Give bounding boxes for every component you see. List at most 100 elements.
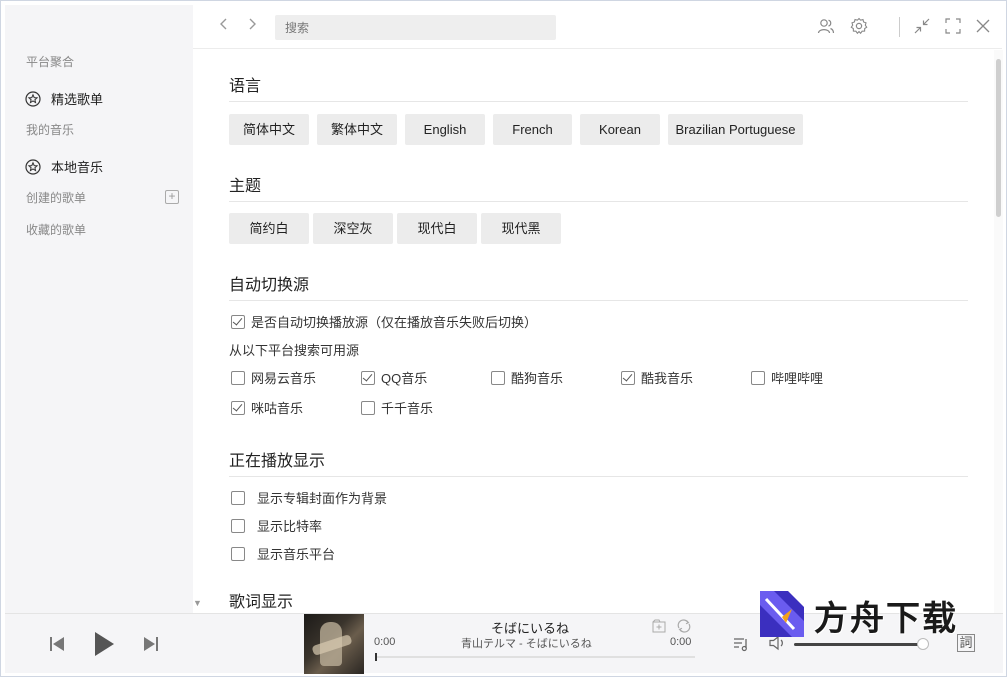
language-option-zh-hant[interactable]: 繁体中文 [317,114,397,145]
source-label: QQ音乐 [381,371,428,386]
language-option-brazilian-portuguese[interactable]: Brazilian Portuguese [668,114,803,145]
language-option-french[interactable]: French [493,114,572,145]
show-music-platform-checkbox[interactable]: 显示音乐平台 [231,544,335,563]
checkbox-checked[interactable] [231,400,245,415]
skip-next-icon [144,637,158,651]
source-checkbox-bilibili[interactable]: 哔哩哔哩 [751,368,823,387]
section-title-auto-source: 自动切换源 [229,277,310,294]
sidebar-item-label: 本地音乐 [51,160,104,175]
player-bar: そばにいるね 青山テルマ - そばにいるね 0:00 0:00 詞 [5,613,1003,674]
close-icon[interactable] [974,17,992,35]
theme-option-modern-black[interactable]: 现代黑 [481,213,561,244]
source-label: 千千音乐 [381,401,434,416]
source-label: 酷狗音乐 [511,371,564,386]
sidebar-item-label: 精选歌单 [51,92,104,107]
play-button[interactable] [93,631,115,662]
star-icon [25,158,41,175]
song-artist: 青山テルマ - そばにいるね [461,638,592,650]
section-divider [229,476,968,477]
sidebar-item-collected-playlists[interactable]: 收藏的歌单 [26,221,86,238]
volume-icon[interactable] [769,635,787,656]
sidebar-item-created-playlists[interactable]: 创建的歌单 [26,189,86,206]
lyrics-button[interactable]: 詞 [957,634,975,652]
settings-panel: 语言 简体中文 繁体中文 English French Korean Brazi… [193,50,993,613]
search-input[interactable] [275,15,556,40]
back-button[interactable] [219,17,229,36]
option-label: 显示比特率 [257,519,323,534]
star-icon [25,90,41,107]
repeat-icon[interactable] [676,619,692,638]
checkbox-checked[interactable] [231,314,245,329]
source-checkbox-migu[interactable]: 咪咕音乐 [231,398,303,417]
checkbox[interactable] [231,518,245,533]
theme-option-simple-white[interactable]: 简约白 [229,213,309,244]
checkbox[interactable] [231,546,245,561]
language-option-korean[interactable]: Korean [580,114,660,145]
time-current: 0:00 [374,636,396,648]
add-to-playlist-icon[interactable] [652,619,667,638]
top-bar [193,5,1002,49]
checkbox-checked[interactable] [621,370,635,385]
scroll-down-arrow[interactable]: ▼ [193,598,202,608]
show-album-cover-background-checkbox[interactable]: 显示专辑封面作为背景 [231,488,387,507]
show-bitrate-checkbox[interactable]: 显示比特率 [231,516,322,535]
progress-bar[interactable] [375,656,695,658]
play-icon [95,632,114,656]
checkbox[interactable] [491,370,505,385]
auto-switch-source-checkbox[interactable]: 是否自动切换播放源（仅在播放音乐失败后切换） [231,312,537,331]
checkbox[interactable] [361,400,375,415]
option-label: 显示音乐平台 [257,547,336,562]
album-cover[interactable] [304,614,364,674]
sidebar-group-my-music: 我的音乐 [26,123,75,137]
playlist-icon[interactable] [733,636,749,657]
user-icon[interactable] [817,17,835,35]
next-track-button[interactable] [143,636,159,657]
sidebar-group-platform: 平台聚合 [26,55,75,69]
source-checkbox-kuwo[interactable]: 酷我音乐 [621,368,693,387]
checkbox[interactable] [751,370,765,385]
gear-icon[interactable] [850,17,868,35]
volume-slider[interactable] [794,643,924,646]
chevron-right-icon [249,18,256,30]
sidebar: 平台聚合 精选歌单 我的音乐 本地音乐 创建的歌单 + 收藏的歌单 [5,5,193,613]
source-checkbox-qq[interactable]: QQ音乐 [361,368,427,387]
section-divider [229,201,968,202]
auto-switch-source-label: 是否自动切换播放源（仅在播放音乐失败后切换） [251,315,538,330]
source-checkbox-netease[interactable]: 网易云音乐 [231,368,316,387]
chevron-left-icon [220,18,227,30]
source-label: 哔哩哔哩 [771,371,824,386]
source-label: 酷我音乐 [641,371,694,386]
skip-previous-icon [50,637,64,651]
source-label: 咪咕音乐 [251,401,304,416]
fullscreen-icon[interactable] [944,17,962,35]
theme-option-modern-white[interactable]: 现代白 [397,213,477,244]
language-option-zh-hans[interactable]: 简体中文 [229,114,309,145]
source-checkbox-qianqian[interactable]: 千千音乐 [361,398,433,417]
checkbox-checked[interactable] [361,370,375,385]
previous-track-button[interactable] [49,636,65,657]
checkbox[interactable] [231,490,245,505]
section-divider [229,101,968,102]
theme-option-space-gray[interactable]: 深空灰 [313,213,393,244]
section-title-theme: 主题 [229,178,262,195]
section-title-lyrics: 歌词显示 [229,594,294,611]
source-label: 网易云音乐 [251,371,317,386]
scrollbar-thumb[interactable] [996,59,1001,217]
progress-handle[interactable] [375,653,377,661]
section-title-language: 语言 [229,78,262,95]
toolbar-divider [899,17,900,37]
sidebar-item-local-music[interactable]: 本地音乐 [25,157,103,176]
sources-label: 从以下平台搜索可用源 [229,343,360,358]
add-playlist-button[interactable]: + [165,190,179,204]
minimize-icon[interactable] [913,17,931,35]
forward-button[interactable] [247,17,257,36]
checkbox[interactable] [231,370,245,385]
source-checkbox-kugou[interactable]: 酷狗音乐 [491,368,563,387]
section-title-now-playing: 正在播放显示 [229,453,326,470]
sidebar-item-featured-playlists[interactable]: 精选歌单 [25,89,103,108]
volume-handle[interactable] [917,638,929,650]
app-window: 平台聚合 精选歌单 我的音乐 本地音乐 创建的歌单 + 收藏的歌单 搜索 语言 … [0,0,1007,677]
language-option-english[interactable]: English [405,114,485,145]
option-label: 显示专辑封面作为背景 [257,491,388,506]
section-divider [229,300,968,301]
